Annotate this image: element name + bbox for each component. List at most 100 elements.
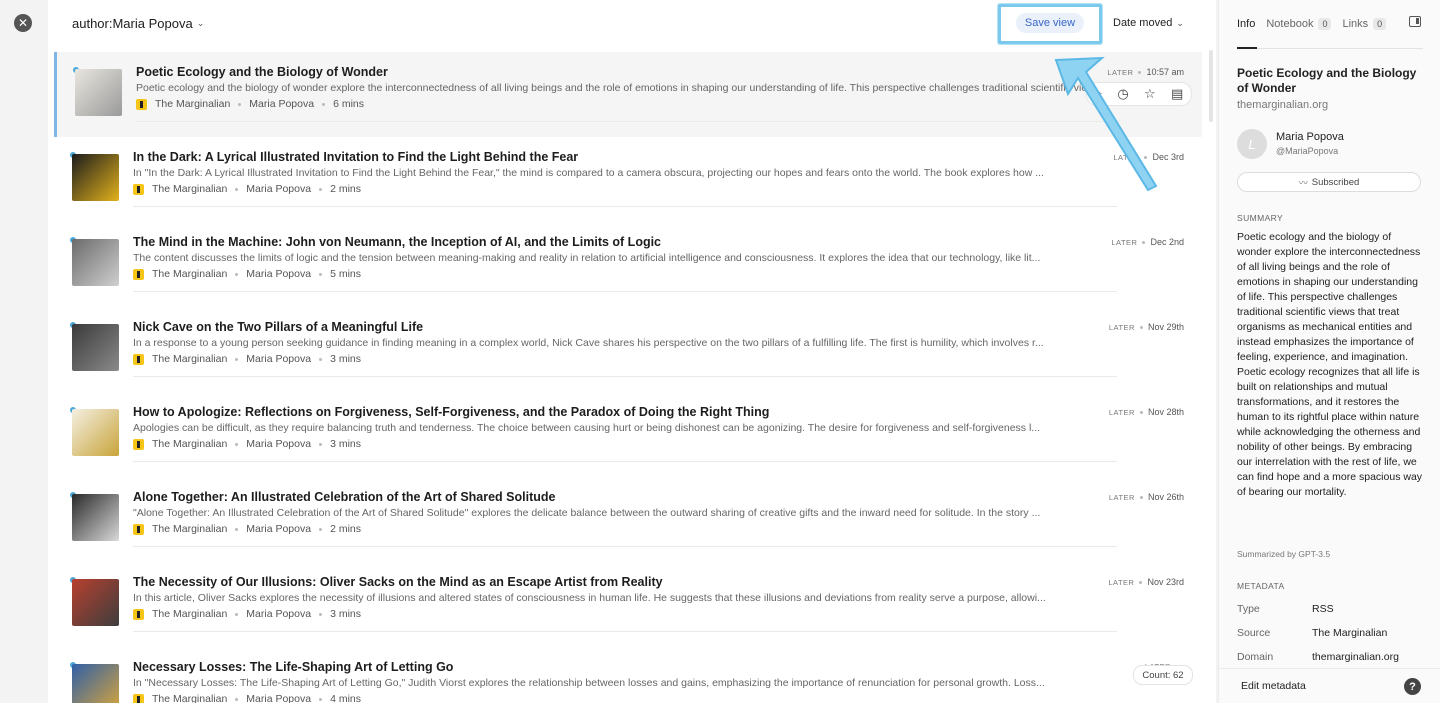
article-title[interactable]: The Necessity of Our Illusions: Oliver S… — [133, 575, 663, 589]
metadata-row: Source The Marginalian — [1237, 627, 1423, 639]
panel-tabs: Info Notebook 0 Links 0 — [1237, 18, 1387, 30]
article-read-time: 5 mins — [330, 268, 362, 280]
row-divider — [133, 546, 1117, 547]
summarized-by: Summarized by GPT-3.5 — [1237, 549, 1331, 559]
article-description: Apologies can be difficult, as they requ… — [133, 422, 1041, 434]
metadata-key: Source — [1237, 627, 1271, 639]
later-label: LATER — [1111, 237, 1138, 247]
article-read-time: 3 mins — [330, 353, 362, 365]
article-date: Dec 2nd — [1150, 237, 1184, 247]
edit-metadata-button[interactable]: Edit metadata — [1241, 680, 1306, 692]
tabs-divider — [1237, 48, 1423, 49]
separator-dot — [238, 102, 242, 106]
article-title[interactable]: Necessary Losses: The Life-Shaping Art o… — [133, 660, 453, 674]
separator-dot — [319, 527, 323, 531]
author-handle: @MariaPopova — [1276, 146, 1339, 156]
article-row[interactable]: Nick Cave on the Two Pillars of a Meanin… — [54, 307, 1202, 392]
separator-dot — [319, 187, 323, 191]
archive-icon[interactable]: ▤ — [1171, 86, 1183, 102]
article-meta: The Marginalian Maria Popova 2 mins — [133, 523, 361, 535]
article-title[interactable]: In the Dark: A Lyrical Illustrated Invit… — [133, 150, 578, 164]
article-date: Nov 23rd — [1147, 577, 1184, 587]
separator-dot — [322, 102, 326, 106]
separator-dot — [235, 442, 239, 446]
count-badge: Count: 62 — [1133, 665, 1193, 685]
article-row[interactable]: The Necessity of Our Illusions: Oliver S… — [54, 562, 1202, 647]
article-description: Poetic ecology and the biology of wonder… — [136, 82, 1108, 94]
tab-notebook[interactable]: Notebook 0 — [1266, 18, 1332, 30]
sort-dropdown[interactable]: Date moved ⌄ — [1113, 17, 1184, 29]
article-status: LATER Nov 29th — [1109, 322, 1184, 332]
article-row[interactable]: In the Dark: A Lyrical Illustrated Invit… — [54, 137, 1202, 222]
panel-article-title: Poetic Ecology and the Biology of Wonder — [1237, 66, 1417, 95]
separator-dot — [1144, 155, 1148, 159]
author-name[interactable]: Maria Popova — [1276, 131, 1344, 143]
article-title[interactable]: How to Apologize: Reflections on Forgive… — [133, 405, 769, 419]
panel-domain[interactable]: themarginalian.org — [1237, 99, 1328, 111]
avatar: L — [1237, 129, 1267, 159]
article-status: LATER Dec 2nd — [1111, 237, 1184, 247]
later-label: LATER — [1113, 152, 1140, 162]
article-author: Maria Popova — [246, 608, 312, 620]
article-read-time: 3 mins — [330, 608, 362, 620]
separator-dot — [319, 612, 323, 616]
separator-dot — [1139, 410, 1143, 414]
article-title[interactable]: Nick Cave on the Two Pillars of a Meanin… — [133, 320, 423, 334]
row-divider — [133, 631, 1117, 632]
metadata-row: Domain themarginalian.org — [1237, 651, 1423, 663]
article-row[interactable]: Alone Together: An Illustrated Celebrati… — [54, 477, 1202, 562]
separator-dot — [319, 357, 323, 361]
article-source: The Marginalian — [152, 523, 228, 535]
row-divider — [136, 121, 1120, 122]
article-date: Nov 28th — [1147, 407, 1184, 417]
metadata-key: Domain — [1237, 651, 1274, 663]
article-description: The content discusses the limits of logi… — [133, 252, 1041, 264]
separator-dot — [235, 612, 239, 616]
article-author: Maria Popova — [246, 438, 312, 450]
metadata-value: The Marginalian — [1312, 627, 1388, 639]
info-panel: Info Notebook 0 Links 0 Poetic Ecology and t… — [1218, 0, 1440, 703]
sidebar-toggle-icon[interactable] — [1409, 16, 1421, 27]
separator-dot — [235, 187, 239, 191]
article-row[interactable]: Necessary Losses: The Life-Shaping Art o… — [54, 647, 1202, 703]
source-icon — [133, 268, 144, 280]
separator-dot — [1139, 580, 1143, 584]
separator-dot — [1139, 495, 1143, 499]
source-icon — [133, 438, 144, 450]
query-dropdown[interactable]: author:Maria Popova ⌄ — [72, 16, 204, 31]
article-thumbnail — [72, 239, 119, 286]
clock-icon[interactable]: ◷ — [1117, 86, 1128, 102]
article-row[interactable]: Poetic Ecology and the Biology of Wonder… — [54, 52, 1202, 137]
article-thumbnail — [72, 664, 119, 703]
article-thumbnail — [72, 494, 119, 541]
article-date: Dec 3rd — [1152, 152, 1184, 162]
article-title[interactable]: The Mind in the Machine: John von Neuman… — [133, 235, 661, 249]
subscribed-button[interactable]: 〰 Subscribed — [1237, 172, 1421, 192]
separator-dot — [319, 697, 323, 701]
star-icon[interactable]: ☆ — [1144, 86, 1156, 102]
separator-dot — [319, 272, 323, 276]
article-meta: The Marginalian Maria Popova 3 mins — [133, 353, 361, 365]
metadata-value: themarginalian.org — [1312, 651, 1399, 663]
row-actions: ⌖ ◷ ☆ ▤ — [1086, 82, 1192, 106]
article-title[interactable]: Alone Together: An Illustrated Celebrati… — [133, 490, 555, 504]
article-source: The Marginalian — [152, 438, 228, 450]
article-author: Maria Popova — [246, 523, 312, 535]
article-read-time: 2 mins — [330, 523, 362, 535]
article-status: LATER 10:57 am — [1107, 67, 1184, 77]
tag-icon[interactable]: ⌖ — [1095, 86, 1102, 102]
tab-info[interactable]: Info — [1237, 18, 1255, 30]
summary-text: Poetic ecology and the biology of wonder… — [1237, 231, 1423, 498]
separator-dot — [235, 697, 239, 701]
article-row[interactable]: The Mind in the Machine: John von Neuman… — [54, 222, 1202, 307]
article-read-time: 6 mins — [333, 98, 365, 110]
subscribed-label: Subscribed — [1311, 176, 1360, 188]
scrollbar[interactable] — [1209, 50, 1213, 122]
save-view-button[interactable]: Save view — [1016, 13, 1084, 33]
article-row[interactable]: How to Apologize: Reflections on Forgive… — [54, 392, 1202, 477]
close-icon[interactable]: ✕ — [14, 14, 32, 32]
tab-links[interactable]: Links 0 — [1342, 18, 1387, 30]
article-date: Nov 29th — [1147, 322, 1184, 332]
help-button[interactable]: ? — [1404, 678, 1421, 695]
article-title[interactable]: Poetic Ecology and the Biology of Wonder — [136, 65, 388, 79]
